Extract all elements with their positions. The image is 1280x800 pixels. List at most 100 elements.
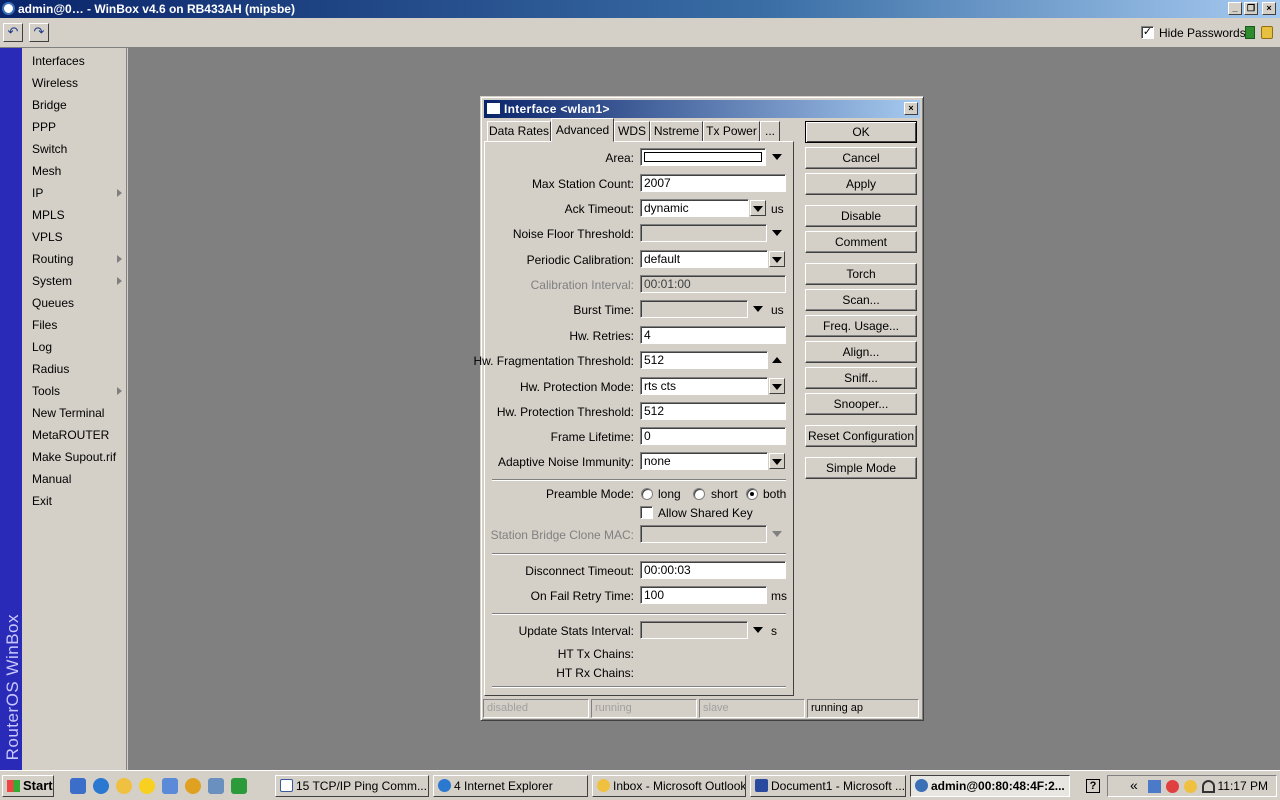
wifi-icon[interactable] — [1202, 780, 1215, 793]
hw-protection-threshold-input[interactable]: 512 — [640, 402, 786, 420]
task-word[interactable]: Document1 - Microsoft ... — [750, 775, 906, 797]
sidebar-item-vpls[interactable]: VPLS — [32, 226, 122, 248]
update-stats-interval-field[interactable] — [640, 621, 748, 639]
sidebar-item-switch[interactable]: Switch — [32, 138, 122, 160]
sidebar-item-interfaces[interactable]: Interfaces — [32, 50, 122, 72]
sidebar-item-log[interactable]: Log — [32, 336, 122, 358]
sidebar-item-queues[interactable]: Queues — [32, 292, 122, 314]
sidebar-item-system[interactable]: System — [32, 270, 122, 292]
hw-retries-input[interactable]: 4 — [640, 326, 786, 344]
outlook-tray-icon[interactable] — [1184, 780, 1197, 793]
tab-more[interactable]: ... — [760, 121, 780, 142]
sidebar-item-manual[interactable]: Manual — [32, 468, 122, 490]
apply-button[interactable]: Apply — [805, 173, 917, 195]
task-internet-explorer[interactable]: 4 Internet Explorer — [433, 775, 588, 797]
periodic-calibration-dropdown-button[interactable] — [769, 251, 785, 267]
freq-usage-button[interactable]: Freq. Usage... — [805, 315, 917, 337]
redo-button[interactable]: ↷ — [29, 23, 49, 42]
tab-data-rates[interactable]: Data Rates — [487, 121, 551, 142]
burst-time-dropdown-icon[interactable] — [753, 306, 763, 312]
sidebar-item-mpls[interactable]: MPLS — [32, 204, 122, 226]
scan-button[interactable]: Scan... — [805, 289, 917, 311]
task-ping[interactable]: 15 TCP/IP Ping Comm... — [275, 775, 429, 797]
messenger-icon[interactable] — [139, 778, 155, 794]
sidebar-item-mesh[interactable]: Mesh — [32, 160, 122, 182]
preamble-short-radio[interactable] — [693, 488, 705, 500]
security-icon[interactable] — [1166, 780, 1179, 793]
burst-time-field[interactable] — [640, 300, 748, 318]
sidebar-item-ip[interactable]: IP — [32, 182, 122, 204]
adaptive-noise-immunity-field[interactable]: none — [640, 452, 768, 470]
area-dropdown-icon[interactable] — [772, 154, 782, 160]
adaptive-noise-immunity-dropdown-button[interactable] — [769, 453, 785, 469]
dialog-title-bar[interactable]: Interface <wlan1> × — [484, 100, 920, 118]
sidebar-item-wireless[interactable]: Wireless — [32, 72, 122, 94]
hw-protection-mode-dropdown-button[interactable] — [769, 378, 785, 394]
ack-timeout-dropdown-button[interactable] — [750, 200, 766, 216]
task-outlook[interactable]: Inbox - Microsoft Outlook — [592, 775, 746, 797]
max-station-count-input[interactable]: 2007 — [640, 174, 786, 192]
frame-lifetime-input[interactable]: 0 — [640, 427, 786, 445]
sidebar-item-tools[interactable]: Tools — [32, 380, 122, 402]
internet-explorer-icon[interactable] — [93, 778, 109, 794]
snooper-button[interactable]: Snooper... — [805, 393, 917, 415]
ok-button[interactable]: OK — [805, 121, 917, 143]
on-fail-retry-time-input[interactable]: 100 — [640, 586, 767, 604]
tab-wds[interactable]: WDS — [614, 121, 650, 142]
task-winbox[interactable]: admin@00:80:48:4F:2... — [910, 775, 1070, 797]
noise-floor-threshold-field[interactable] — [640, 224, 767, 242]
preamble-both-label: both — [763, 487, 787, 501]
disable-button[interactable]: Disable — [805, 205, 917, 227]
periodic-calibration-field[interactable]: default — [640, 250, 768, 268]
simple-mode-button[interactable]: Simple Mode — [805, 457, 917, 479]
collapse-up-icon[interactable] — [772, 357, 782, 363]
start-button[interactable]: Start — [2, 775, 54, 797]
sidebar-menu: Interfaces Wireless Bridge PPP Switch Me… — [22, 48, 127, 770]
preamble-long-radio[interactable] — [641, 488, 653, 500]
help-icon[interactable]: ? — [1086, 779, 1100, 793]
undo-button[interactable]: ↶ — [3, 23, 23, 42]
chevron-left-icon[interactable]: « — [1130, 777, 1138, 793]
sidebar-item-ppp[interactable]: PPP — [32, 116, 122, 138]
sidebar-item-metarouter[interactable]: MetaROUTER — [32, 424, 122, 446]
sidebar-item-make-supout[interactable]: Make Supout.rif — [32, 446, 122, 468]
sidebar-item-radius[interactable]: Radius — [32, 358, 122, 380]
preamble-both-radio[interactable] — [746, 488, 758, 500]
cancel-button[interactable]: Cancel — [805, 147, 917, 169]
hide-passwords-checkbox[interactable]: ✓ — [1141, 26, 1154, 39]
ack-timeout-field[interactable]: dynamic — [640, 199, 749, 217]
allow-shared-key-checkbox[interactable] — [640, 506, 653, 519]
winbox-app-icon — [915, 779, 928, 792]
tab-nstreme[interactable]: Nstreme — [650, 121, 703, 142]
network-icon[interactable] — [1148, 780, 1161, 793]
update-stats-dropdown-icon[interactable] — [753, 627, 763, 633]
outlook-icon[interactable] — [116, 778, 132, 794]
sidebar-item-exit[interactable]: Exit — [32, 490, 122, 512]
disconnect-timeout-input[interactable]: 00:00:03 — [640, 561, 786, 579]
media-player-icon[interactable] — [185, 778, 201, 794]
sidebar-item-bridge[interactable]: Bridge — [32, 94, 122, 116]
minimize-button[interactable]: _ — [1228, 2, 1242, 15]
align-button[interactable]: Align... — [805, 341, 917, 363]
comment-button[interactable]: Comment — [805, 231, 917, 253]
noise-floor-dropdown-icon[interactable] — [772, 230, 782, 236]
sidebar-item-files[interactable]: Files — [32, 314, 122, 336]
tab-tx-power[interactable]: Tx Power — [703, 121, 760, 142]
desktop-icon[interactable] — [70, 778, 86, 794]
sidebar-item-routing[interactable]: Routing — [32, 248, 122, 270]
hw-protection-mode-field[interactable]: rts cts — [640, 377, 768, 395]
close-window-button[interactable]: × — [1262, 2, 1276, 15]
dialog-close-button[interactable]: × — [904, 102, 918, 115]
reset-configuration-button[interactable]: Reset Configuration — [805, 425, 917, 447]
terminal-icon[interactable] — [231, 778, 247, 794]
sidebar-item-new-terminal[interactable]: New Terminal — [32, 402, 122, 424]
hw-fragmentation-threshold-input[interactable]: 512 — [640, 351, 768, 369]
area-field[interactable] — [640, 148, 766, 166]
window-title-bar[interactable]: admin@0… - WinBox v4.6 on RB433AH (mipsb… — [0, 0, 1280, 18]
tab-advanced[interactable]: Advanced — [551, 118, 614, 142]
network-tool-icon[interactable] — [208, 778, 224, 794]
sniff-button[interactable]: Sniff... — [805, 367, 917, 389]
app-icon[interactable] — [162, 778, 178, 794]
maximize-button[interactable]: ❐ — [1244, 2, 1258, 15]
torch-button[interactable]: Torch — [805, 263, 917, 285]
